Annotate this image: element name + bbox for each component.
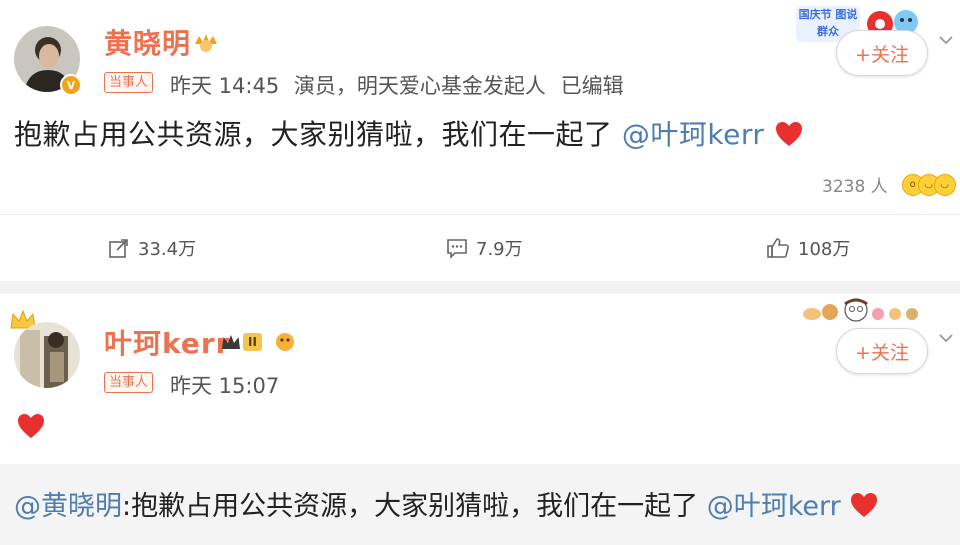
like-icon xyxy=(767,238,789,258)
chevron-down-icon[interactable] xyxy=(936,30,956,50)
share-button[interactable]: 33.4万 xyxy=(108,235,196,261)
party-tag: 当事人 xyxy=(104,72,154,93)
fan-badge-icon xyxy=(276,333,294,351)
verified-badge-icon: V xyxy=(60,74,82,96)
quoted-post[interactable]: @黄晓明:抱歉占用公共资源，大家别猜啦，我们在一起了 @叶珂kerr xyxy=(0,464,960,545)
avatar[interactable] xyxy=(14,322,80,388)
post-text: 抱歉占用公共资源，大家别猜啦，我们在一起了 xyxy=(14,118,613,151)
like-button[interactable]: 108万 xyxy=(766,235,850,261)
edited-label: 已编辑 xyxy=(560,74,624,98)
comment-icon xyxy=(447,239,467,259)
post-card-yekekerr: 叶珂kerr II 当事人 昨天 15:07 +关注 @黄晓明:抱歉占用公共资源… xyxy=(0,294,960,545)
comment-count: 7.9万 xyxy=(476,239,523,260)
author-name[interactable]: 黄晓明 xyxy=(104,22,191,62)
quoted-text: :抱歉占用公共资源，大家别猜啦，我们在一起了 xyxy=(122,491,699,522)
author-name[interactable]: 叶珂kerr xyxy=(104,322,230,362)
reactions-summary[interactable]: 3238 人 o ◡ ◡ xyxy=(822,172,956,197)
post-time: 昨天 15:07 xyxy=(170,374,280,398)
party-tag: 当事人 xyxy=(104,372,154,393)
post-meta: 昨天 15:07 xyxy=(170,370,287,400)
share-icon xyxy=(109,239,128,258)
reaction-count: 3238 人 xyxy=(822,177,888,197)
follow-button[interactable]: +关注 xyxy=(836,30,928,76)
post-body: 抱歉占用公共资源，大家别猜啦，我们在一起了 @叶珂kerr xyxy=(14,113,804,153)
laugh-emoji-icon: ◡ xyxy=(933,173,956,196)
fan-badge-icon xyxy=(195,34,217,52)
heart-icon xyxy=(18,414,44,438)
mention-link[interactable]: @黄晓明 xyxy=(14,491,122,522)
post-meta: 昨天 14:45 演员，明天爱心基金发起人 已编辑 xyxy=(170,70,632,100)
post-time: 昨天 14:45 xyxy=(170,74,280,98)
level-badge: II xyxy=(220,330,262,354)
crown-icon xyxy=(222,335,240,349)
follow-button[interactable]: +关注 xyxy=(836,328,928,374)
like-count: 108万 xyxy=(798,239,851,260)
heart-icon xyxy=(851,493,878,517)
comment-button[interactable]: 7.9万 xyxy=(446,235,523,261)
heart-icon xyxy=(775,122,802,146)
level-badge-text: II xyxy=(243,333,262,351)
sticker-decoration xyxy=(803,298,918,322)
quoted-post-text: @黄晓明:抱歉占用公共资源，大家别猜啦，我们在一起了 @叶珂kerr xyxy=(14,484,879,523)
divider xyxy=(0,214,960,215)
share-count: 33.4万 xyxy=(138,239,197,260)
mention-link[interactable]: @叶珂kerr xyxy=(622,118,764,151)
chevron-down-icon[interactable] xyxy=(936,328,956,348)
author-bio: 演员，明天爱心基金发起人 xyxy=(293,74,546,98)
mention-link[interactable]: @叶珂kerr xyxy=(707,491,841,522)
post-card-huangxiaoming: V 黄晓明 当事人 昨天 14:45 演员，明天爱心基金发起人 已编辑 国庆节 … xyxy=(0,0,960,281)
